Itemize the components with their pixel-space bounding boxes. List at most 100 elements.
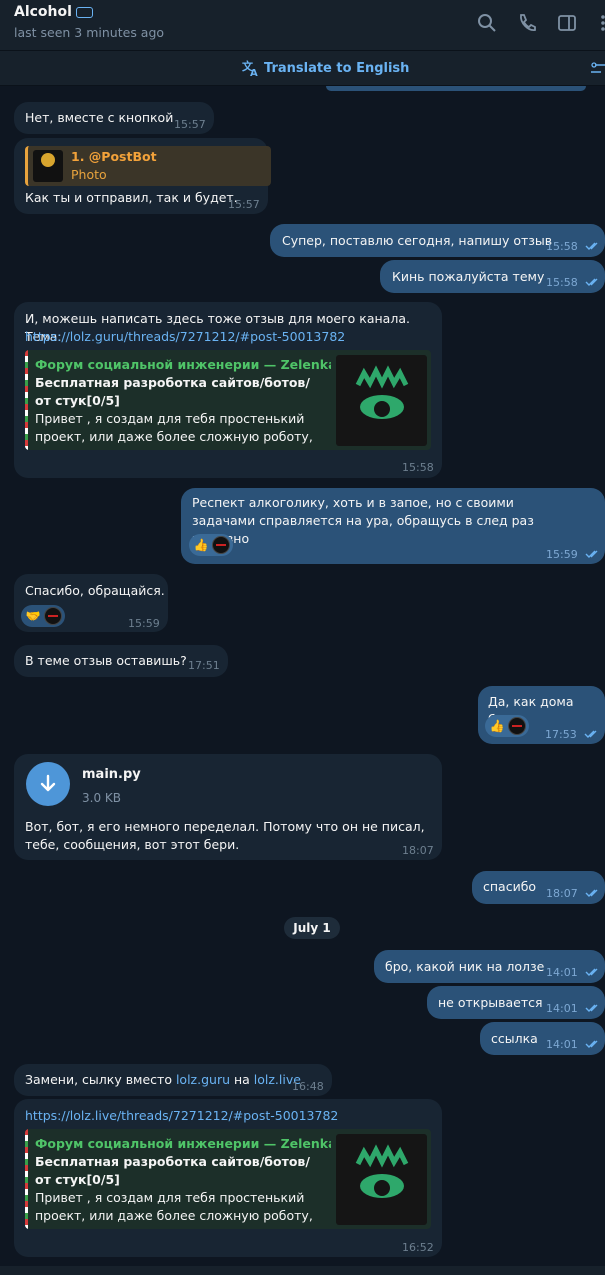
message-incoming[interactable]: main.py 3.0 KB Вот, бот, я его немного п… xyxy=(14,754,442,860)
preview-description: Привет , я создам для тебя простенький п… xyxy=(35,1190,313,1229)
message-text: Вот, бот, я его немного переделал. Потом… xyxy=(25,819,425,852)
message-text: Замени, сылку вместо lolz.guru на lolz.l… xyxy=(25,1071,301,1089)
double-check-icon xyxy=(585,1004,598,1012)
double-check-icon xyxy=(585,278,598,286)
message-time: 15:59 xyxy=(546,548,578,561)
reactor-avatar xyxy=(44,607,62,625)
message-incoming[interactable]: Спасибо, обращайся. 🤝 15:59 xyxy=(14,574,168,632)
chat-title[interactable]: Alcohol xyxy=(14,4,93,20)
file-size: 3.0 KB xyxy=(82,791,121,805)
message-time: 15:58 xyxy=(546,276,578,289)
translate-bar: 文A Translate to English xyxy=(0,50,605,86)
message-time: 16:52 xyxy=(402,1241,434,1254)
reaction-chip[interactable]: 👍 xyxy=(189,534,233,556)
link-preview[interactable]: Форум социальной инженерии — Zelenka....… xyxy=(25,350,431,450)
reactor-avatar xyxy=(212,536,230,554)
thumbs-up-icon: 👍 xyxy=(193,538,209,552)
chat-status: last seen 3 minutes ago xyxy=(14,25,165,40)
message-time: 14:01 xyxy=(546,1038,578,1051)
message-time: 17:53 xyxy=(545,728,577,741)
message-outgoing[interactable]: бро, какой ник на лолзе 14:01 xyxy=(374,950,605,983)
double-check-icon xyxy=(585,1040,598,1048)
translate-settings-icon[interactable] xyxy=(591,61,605,77)
svg-text:A: A xyxy=(250,68,258,77)
message-time: 14:01 xyxy=(546,1002,578,1015)
double-check-icon xyxy=(585,968,598,976)
reactor-avatar xyxy=(508,717,526,735)
message-text: Кинь пожалуйста тему xyxy=(392,269,545,284)
translate-button[interactable]: 文A Translate to English xyxy=(242,59,409,77)
message-text: Как ты и отправил, так и будет. xyxy=(25,190,238,205)
message-time: 15:58 xyxy=(402,461,434,474)
double-check-icon xyxy=(585,550,598,558)
preview-title: Бесплатная разроботка сайтов/ботов/от ст… xyxy=(35,1154,310,1187)
chat-header: Alcohol last seen 3 minutes ago xyxy=(0,0,605,50)
preview-site: Форум социальной инженерии — Zelenka.... xyxy=(35,357,331,372)
message-incoming[interactable]: И, можешь написать здесь тоже отзыв для … xyxy=(14,302,442,478)
message-text: спасибо xyxy=(483,879,537,894)
message-time: 15:58 xyxy=(546,240,578,253)
more-icon[interactable] xyxy=(592,12,605,34)
phone-icon[interactable] xyxy=(516,12,538,34)
preview-accent xyxy=(25,1129,28,1229)
message-text-part: Замени, сылку вместо xyxy=(25,1072,176,1087)
reply-quote[interactable]: 1. @PostBot Photo xyxy=(25,146,271,186)
message-outgoing[interactable]: Кинь пожалуйста тему 15:58 xyxy=(380,260,605,293)
composer-edge xyxy=(0,1266,605,1275)
message-text: бро, какой ник на лолзе xyxy=(385,959,545,974)
link-preview[interactable]: Форум социальной инженерии — Zelenka....… xyxy=(25,1129,431,1229)
message-outgoing[interactable]: Респект алкоголику, хоть и в запое, но с… xyxy=(181,488,605,564)
message-incoming[interactable]: https://lolz.live/threads/7271212/#post-… xyxy=(14,1099,442,1257)
handshake-icon: 🤝 xyxy=(25,609,41,623)
message-incoming[interactable]: Замени, сылку вместо lolz.guru на lolz.l… xyxy=(14,1064,332,1096)
preview-image xyxy=(336,355,427,446)
message-outgoing[interactable]: ссылка 14:01 xyxy=(480,1022,605,1055)
reply-title: 1. @PostBot xyxy=(71,149,157,164)
reply-subtitle: Photo xyxy=(71,167,107,182)
message-incoming[interactable]: 1. @PostBot Photo Как ты и отправил, так… xyxy=(14,138,271,214)
message-outgoing[interactable]: Да, как дома буду 👍 17:53 xyxy=(478,686,605,744)
message-incoming[interactable]: В теме отзыв оставишь? 17:51 xyxy=(14,645,228,677)
preview-image xyxy=(336,1134,427,1225)
download-icon xyxy=(40,774,56,792)
message-incoming[interactable]: Нет, вместе с кнопкой 15:57 xyxy=(14,102,214,134)
message-text: Нет, вместе с кнопкой xyxy=(25,110,174,125)
message-time: 18:07 xyxy=(402,844,434,857)
message-outgoing[interactable]: спасибо 18:07 xyxy=(472,871,605,904)
preview-accent xyxy=(25,350,28,450)
message-time: 14:01 xyxy=(546,966,578,979)
thumbs-up-icon: 👍 xyxy=(489,719,505,733)
chat-title-text: Alcohol xyxy=(14,4,72,20)
message-text-part: на xyxy=(230,1072,254,1087)
preview-site: Форум социальной инженерии — Zelenka.... xyxy=(35,1136,331,1151)
message-time: 15:57 xyxy=(228,198,260,211)
message-text: ссылка xyxy=(491,1031,538,1046)
preview-description: Привет , я создам для тебя простенький п… xyxy=(35,411,313,450)
download-button[interactable] xyxy=(26,762,70,806)
message-text: Спасибо, обращайся. xyxy=(25,583,165,598)
double-check-icon xyxy=(584,730,597,738)
reaction-chip[interactable]: 🤝 xyxy=(21,605,65,627)
message-text: не открывается xyxy=(438,995,543,1010)
reaction-chip[interactable]: 👍 xyxy=(485,715,529,737)
message-outgoing[interactable]: не открывается 14:01 xyxy=(427,986,605,1019)
message-link[interactable]: lolz.guru xyxy=(176,1072,230,1087)
message-text: В теме отзыв оставишь? xyxy=(25,653,187,668)
message-time: 17:51 xyxy=(188,659,220,672)
double-check-icon xyxy=(585,889,598,897)
double-check-icon xyxy=(585,242,598,250)
previous-message-edge xyxy=(326,86,586,91)
file-name[interactable]: main.py xyxy=(82,766,141,784)
preview-title: Бесплатная разроботка сайтов/ботов/от ст… xyxy=(35,375,310,408)
message-text: Супер, поставлю сегодня, напишу отзыв xyxy=(282,233,553,248)
message-outgoing[interactable]: Супер, поставлю сегодня, напишу отзыв 15… xyxy=(270,224,605,257)
search-icon[interactable] xyxy=(476,12,498,34)
message-link[interactable]: https://lolz.live/threads/7271212/#post-… xyxy=(25,1107,338,1125)
sidebar-icon[interactable] xyxy=(556,12,578,34)
translate-icon: 文A xyxy=(242,59,258,77)
badge-icon xyxy=(75,6,93,18)
message-link[interactable]: https://lolz.guru/threads/7271212/#post-… xyxy=(25,328,345,346)
date-separator: July 1 xyxy=(284,917,340,939)
message-text: Респект алкоголику, хоть и в запое, но с… xyxy=(192,495,534,546)
translate-label: Translate to English xyxy=(264,60,410,76)
